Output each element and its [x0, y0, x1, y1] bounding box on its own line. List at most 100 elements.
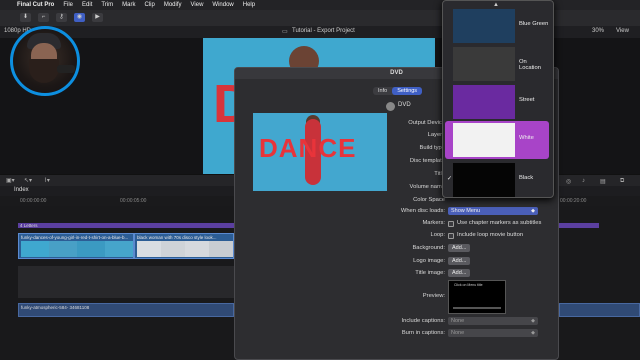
clip-thumbnail: [21, 241, 49, 257]
clip-thumbnail: [49, 241, 77, 257]
project-title: Tutorial - Export Project: [292, 28, 355, 34]
title-image-add-button[interactable]: Add...: [448, 269, 471, 277]
clip-thumbnail: [105, 241, 133, 257]
menu-window[interactable]: Window: [212, 2, 233, 8]
label-volume-name: Volume name: [409, 184, 445, 190]
background-tasks-icon[interactable]: ◉: [74, 13, 85, 22]
popup-chevron-icon: ◆: [531, 330, 535, 336]
title-clip[interactable]: [18, 223, 234, 228]
index-button[interactable]: Index: [14, 187, 29, 193]
template-name: Blue Green: [519, 21, 549, 27]
key-icon[interactable]: ⚷: [56, 13, 67, 22]
label-burn-in-captions: Burn in captions:: [401, 330, 445, 336]
preview-dance-text: DANCE: [259, 133, 357, 163]
template-option[interactable]: Street: [445, 83, 549, 121]
audio-clip-end[interactable]: [559, 303, 640, 317]
template-name: Black: [519, 175, 534, 181]
logo-add-button[interactable]: Add...: [448, 257, 471, 265]
template-option[interactable]: Blue Green: [445, 7, 549, 45]
label-disc-template: Disc template: [409, 158, 445, 164]
markers-option-label: Use chapter markers as subtitles: [457, 220, 542, 226]
label-layers: Layers: [427, 132, 445, 138]
tool-select-icon[interactable]: ▣▾: [6, 177, 15, 184]
import-icon[interactable]: ⬇: [20, 13, 31, 22]
background-add-button[interactable]: Add...: [448, 244, 471, 252]
template-thumbnail: [453, 9, 515, 43]
webcam-overlay: [10, 26, 80, 96]
clip-appearance-icon[interactable]: ▤: [600, 178, 606, 185]
skimming-icon[interactable]: ♪: [582, 178, 585, 184]
checkmark-icon: ✓: [447, 176, 453, 182]
template-name: On Location: [519, 59, 541, 71]
menu-modify[interactable]: Modify: [164, 2, 182, 8]
ruler-time: 00:00:05:00: [120, 198, 147, 204]
arrow-tool-icon[interactable]: ↖▾: [24, 177, 32, 184]
menu-preview-controls: [453, 307, 501, 309]
label-preview: Preview:: [422, 293, 445, 299]
template-option[interactable]: White: [445, 121, 549, 159]
webcam-beard: [29, 59, 59, 83]
template-option[interactable]: On Location: [445, 45, 549, 83]
loop-checkbox[interactable]: [448, 233, 454, 239]
when-disc-loads-value: Show Menu: [451, 208, 481, 214]
video-clip-1-label: funky-dances-of-young-girl-in-red-t-shir…: [21, 235, 129, 240]
include-captions-popup[interactable]: None ◆: [448, 317, 538, 325]
menu-preview-title: Click on Menu title: [454, 283, 483, 287]
destination-name: DVD: [398, 102, 411, 108]
label-color-space: Color Space: [413, 197, 445, 203]
label-loop: Loop:: [430, 232, 445, 238]
template-thumbnail: [453, 85, 515, 119]
zoom-level[interactable]: 30%: [592, 28, 604, 34]
menu-preview-screen: Click on Menu title: [448, 280, 506, 314]
tab-settings[interactable]: Settings: [392, 87, 423, 95]
film-icon: ▭: [282, 29, 288, 35]
template-thumbnail: [453, 163, 515, 197]
audio-clip[interactable]: funky-atmospheric-584- 34681108: [18, 303, 234, 317]
audio-clip-label: funky-atmospheric-584- 34681108: [21, 305, 90, 310]
clip-thumbnail: [77, 241, 105, 257]
label-background: Background:: [412, 245, 445, 251]
clip-thumbnail: [185, 241, 209, 257]
label-title: Title: [434, 171, 445, 177]
view-menu[interactable]: View: [616, 28, 629, 34]
video-clip-1[interactable]: funky-dances-of-young-girl-in-red-t-shir…: [18, 233, 134, 259]
label-build-type: Build type: [419, 145, 445, 151]
label-title-image: Title image:: [415, 270, 445, 276]
menu-edit[interactable]: Edit: [82, 2, 92, 8]
template-name: Street: [519, 97, 535, 103]
menu-mark[interactable]: Mark: [122, 2, 135, 8]
template-name: White: [519, 135, 534, 141]
loop-option-label: Include loop movie button: [457, 232, 524, 238]
menu-view[interactable]: View: [191, 2, 204, 8]
label-markers: Markers:: [422, 220, 445, 226]
menu-help[interactable]: Help: [243, 2, 255, 8]
burn-in-captions-popup[interactable]: None ◆: [448, 329, 538, 337]
title-clip-label: 4 Letters: [20, 223, 38, 228]
template-option[interactable]: Black ✓: [445, 161, 549, 199]
label-when-disc-loads: When disc loads:: [400, 208, 445, 214]
markers-checkbox[interactable]: [448, 221, 454, 227]
menu-file[interactable]: File: [63, 2, 73, 8]
clip-thumbnail: [209, 241, 233, 257]
clip-thumbnail: [137, 241, 161, 257]
clip-thumbnail: [161, 241, 185, 257]
audio-meter-icon[interactable]: ◎: [566, 178, 571, 185]
video-clip-2[interactable]: black woman with 70s disco style look...: [134, 233, 234, 259]
popup-chevron-icon: ◆: [531, 208, 535, 214]
effects-browser-icon[interactable]: ⧉: [620, 178, 624, 185]
menu-app-name[interactable]: Final Cut Pro: [17, 2, 54, 8]
disc-template-popover: ▲ Blue Green On Location Street White Black ✓: [442, 0, 554, 198]
template-thumbnail: [453, 47, 515, 81]
keyword-icon[interactable]: ⌐: [38, 13, 49, 22]
when-disc-loads-popup[interactable]: Show Menu ◆: [448, 207, 538, 215]
template-thumbnail: [453, 123, 515, 157]
empty-track: [18, 266, 234, 298]
menu-trim[interactable]: Trim: [101, 2, 113, 8]
play-icon[interactable]: ▶: [92, 13, 103, 22]
menu-clip[interactable]: Clip: [144, 2, 154, 8]
tab-info[interactable]: Info: [373, 87, 392, 95]
ruler-time: 00:00:20:00: [560, 198, 587, 204]
include-captions-value: None: [451, 318, 465, 324]
label-output-device: Output Device: [408, 120, 445, 126]
trim-tool-icon[interactable]: ⌇▾: [44, 177, 50, 184]
